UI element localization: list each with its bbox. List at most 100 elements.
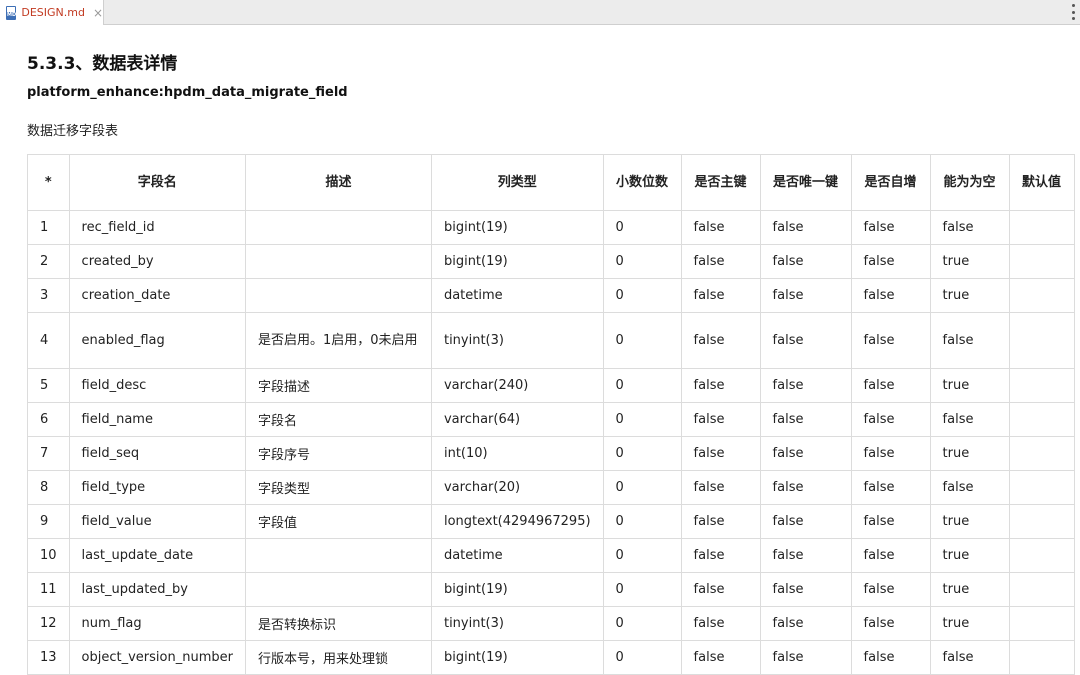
row-index-cell: 2 — [28, 245, 70, 279]
column-type-cell: varchar(20) — [431, 471, 603, 505]
markdown-file-icon: MD — [6, 6, 16, 20]
column-header: 小数位数 — [603, 155, 681, 211]
column-type-cell: longtext(4294967295) — [431, 505, 603, 539]
row-index-cell: 6 — [28, 403, 70, 437]
table-row: 11last_updated_bybigint(19)0falsefalsefa… — [28, 573, 1075, 607]
table-row: 10last_update_datedatetime0falsefalsefal… — [28, 539, 1075, 573]
nullable-cell: false — [930, 211, 1009, 245]
decimal-places-cell: 0 — [603, 313, 681, 369]
auto-increment-cell: false — [851, 505, 930, 539]
table-row: 12num_flag是否转换标识tinyint(3)0falsefalsefal… — [28, 607, 1075, 641]
section-title: 5.3.3、数据表详情 — [27, 49, 177, 74]
decimal-places-cell: 0 — [603, 607, 681, 641]
table-header-row: *字段名描述列类型小数位数是否主键是否唯一键是否自增能为为空默认值 — [28, 155, 1075, 211]
field-name-cell: created_by — [69, 245, 245, 279]
column-header: 能为为空 — [930, 155, 1009, 211]
description-cell — [245, 573, 431, 607]
description-cell: 字段序号 — [245, 437, 431, 471]
fields-table: *字段名描述列类型小数位数是否主键是否唯一键是否自增能为为空默认值 1rec_f… — [27, 154, 1075, 675]
primary-key-cell: false — [681, 245, 760, 279]
decimal-places-cell: 0 — [603, 641, 681, 675]
auto-increment-cell: false — [851, 437, 930, 471]
table-row: 3creation_datedatetime0falsefalsefalsetr… — [28, 279, 1075, 313]
default-value-cell — [1009, 607, 1074, 641]
nullable-cell: true — [930, 245, 1009, 279]
description-cell: 字段值 — [245, 505, 431, 539]
default-value-cell — [1009, 313, 1074, 369]
decimal-places-cell: 0 — [603, 245, 681, 279]
default-value-cell — [1009, 539, 1074, 573]
nullable-cell: true — [930, 279, 1009, 313]
more-menu-icon[interactable] — [1070, 4, 1076, 20]
decimal-places-cell: 0 — [603, 403, 681, 437]
column-type-cell: bigint(19) — [431, 245, 603, 279]
close-icon[interactable]: × — [93, 6, 103, 20]
decimal-places-cell: 0 — [603, 539, 681, 573]
field-name-cell: field_name — [69, 403, 245, 437]
auto-increment-cell: false — [851, 471, 930, 505]
column-type-cell: varchar(240) — [431, 369, 603, 403]
primary-key-cell: false — [681, 211, 760, 245]
decimal-places-cell: 0 — [603, 211, 681, 245]
primary-key-cell: false — [681, 505, 760, 539]
auto-increment-cell: false — [851, 573, 930, 607]
decimal-places-cell: 0 — [603, 471, 681, 505]
unique-key-cell: false — [760, 403, 851, 437]
default-value-cell — [1009, 641, 1074, 675]
description-cell: 行版本号，用来处理锁 — [245, 641, 431, 675]
editor-tab-bar: MD DESIGN.md × — [0, 0, 1080, 25]
table-row: 6field_name字段名varchar(64)0falsefalsefals… — [28, 403, 1075, 437]
description-cell: 字段描述 — [245, 369, 431, 403]
row-index-cell: 8 — [28, 471, 70, 505]
default-value-cell — [1009, 471, 1074, 505]
description-cell — [245, 245, 431, 279]
primary-key-cell: false — [681, 607, 760, 641]
tab-filename: DESIGN.md — [21, 6, 85, 19]
default-value-cell — [1009, 403, 1074, 437]
unique-key-cell: false — [760, 313, 851, 369]
nullable-cell: false — [930, 403, 1009, 437]
table-row: 8field_type字段类型varchar(20)0falsefalsefal… — [28, 471, 1075, 505]
table-row: 7field_seq字段序号int(10)0falsefalsefalsetru… — [28, 437, 1075, 471]
column-type-cell: tinyint(3) — [431, 607, 603, 641]
document-content: 5.3.3、数据表详情 platform_enhance:hpdm_data_m… — [27, 25, 1080, 665]
unique-key-cell: false — [760, 437, 851, 471]
nullable-cell: true — [930, 437, 1009, 471]
field-name-cell: last_update_date — [69, 539, 245, 573]
row-index-cell: 7 — [28, 437, 70, 471]
column-type-cell: datetime — [431, 539, 603, 573]
row-index-cell: 5 — [28, 369, 70, 403]
primary-key-cell: false — [681, 403, 760, 437]
row-index-cell: 1 — [28, 211, 70, 245]
unique-key-cell: false — [760, 245, 851, 279]
nullable-cell: false — [930, 641, 1009, 675]
unique-key-cell: false — [760, 471, 851, 505]
column-type-cell: int(10) — [431, 437, 603, 471]
nullable-cell: false — [930, 471, 1009, 505]
row-index-cell: 11 — [28, 573, 70, 607]
unique-key-cell: false — [760, 641, 851, 675]
default-value-cell — [1009, 369, 1074, 403]
decimal-places-cell: 0 — [603, 505, 681, 539]
auto-increment-cell: false — [851, 313, 930, 369]
unique-key-cell: false — [760, 607, 851, 641]
primary-key-cell: false — [681, 471, 760, 505]
auto-increment-cell: false — [851, 279, 930, 313]
decimal-places-cell: 0 — [603, 369, 681, 403]
primary-key-cell: false — [681, 539, 760, 573]
column-header: 默认值 — [1009, 155, 1074, 211]
default-value-cell — [1009, 245, 1074, 279]
column-header: 列类型 — [431, 155, 603, 211]
unique-key-cell: false — [760, 211, 851, 245]
field-name-cell: field_value — [69, 505, 245, 539]
nullable-cell: false — [930, 313, 1009, 369]
default-value-cell — [1009, 437, 1074, 471]
field-name-cell: num_flag — [69, 607, 245, 641]
unique-key-cell: false — [760, 505, 851, 539]
default-value-cell — [1009, 573, 1074, 607]
table-row: 5field_desc字段描述varchar(240)0falsefalsefa… — [28, 369, 1075, 403]
tab-design-md[interactable]: MD DESIGN.md × — [0, 0, 104, 25]
row-index-cell: 3 — [28, 279, 70, 313]
table-name-heading: platform_enhance:hpdm_data_migrate_field — [27, 85, 348, 100]
table-row: 1rec_field_idbigint(19)0falsefalsefalsef… — [28, 211, 1075, 245]
